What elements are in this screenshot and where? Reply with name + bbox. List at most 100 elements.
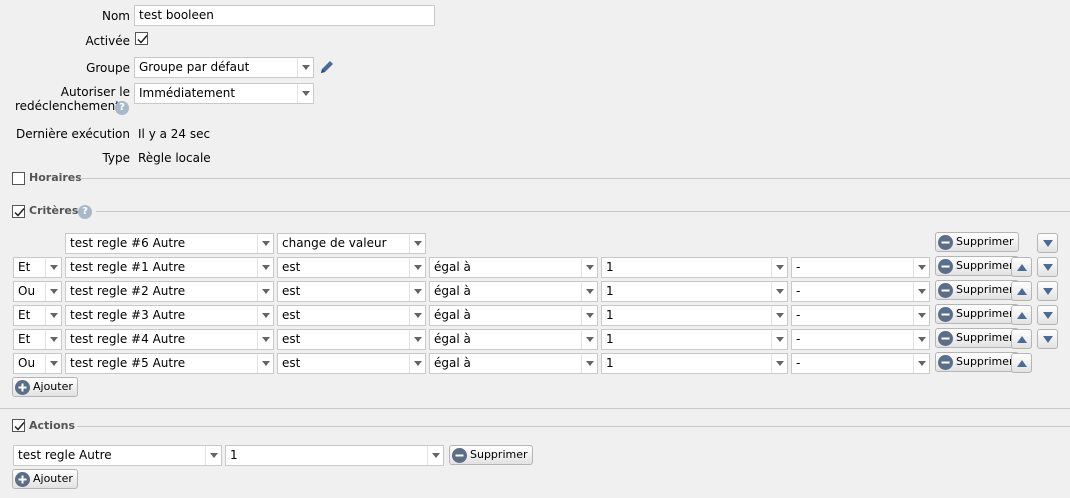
supprimer-button[interactable]: Supprimer bbox=[935, 280, 1019, 300]
autoriser-select[interactable]: Immédiatement bbox=[134, 83, 314, 104]
chevron-down-icon[interactable] bbox=[581, 354, 597, 373]
chevron-down-icon[interactable] bbox=[771, 258, 787, 277]
nom-input[interactable]: test booleen bbox=[134, 5, 435, 26]
supprimer-button[interactable]: Supprimer bbox=[935, 328, 1019, 348]
supprimer-button[interactable]: Supprimer bbox=[935, 304, 1019, 324]
chevron-down-icon[interactable] bbox=[45, 330, 61, 349]
chevron-down-icon[interactable] bbox=[297, 58, 313, 77]
help-icon[interactable]: ? bbox=[115, 101, 129, 115]
criteria-rule-select[interactable]: test regle #5 Autre bbox=[65, 353, 274, 374]
chevron-down-icon[interactable] bbox=[771, 354, 787, 373]
criteria-rule-select[interactable]: test regle #4 Autre bbox=[65, 329, 274, 350]
criteria-rule-select[interactable]: test regle #1 Autre bbox=[65, 257, 274, 278]
chevron-down-icon[interactable] bbox=[409, 282, 425, 301]
criteres-checkbox[interactable] bbox=[12, 205, 25, 218]
criteria-op-select[interactable]: égal à bbox=[429, 257, 598, 278]
action-rule-select[interactable]: test regle Autre bbox=[13, 445, 222, 466]
criteria-op-select[interactable]: égal à bbox=[429, 329, 598, 350]
criteria-cond-select[interactable]: est bbox=[277, 353, 426, 374]
chevron-down-icon[interactable] bbox=[45, 306, 61, 325]
chevron-down-icon[interactable] bbox=[297, 84, 313, 103]
chevron-down-icon[interactable] bbox=[409, 330, 425, 349]
criteria-rule-select[interactable]: test regle #2 Autre bbox=[65, 281, 274, 302]
chevron-down-icon[interactable] bbox=[257, 306, 273, 325]
move-down-button[interactable] bbox=[1037, 329, 1058, 349]
criteria-cond-select[interactable]: est bbox=[277, 281, 426, 302]
criteria-value-select[interactable]: 1 bbox=[601, 329, 788, 350]
criteria-logic-select[interactable]: Et bbox=[13, 329, 62, 350]
chevron-down-icon[interactable] bbox=[771, 282, 787, 301]
chevron-down-icon[interactable] bbox=[257, 234, 273, 253]
criteria-logic-select[interactable]: Ou bbox=[13, 281, 62, 302]
chevron-down-icon[interactable] bbox=[913, 330, 929, 349]
activee-checkbox[interactable] bbox=[135, 32, 148, 45]
criteria-first-event-select[interactable]: change de valeur bbox=[277, 233, 426, 254]
move-down-button[interactable] bbox=[1037, 257, 1058, 277]
criteria-op-select[interactable]: égal à bbox=[429, 353, 598, 374]
triangle-down-icon bbox=[1043, 336, 1053, 343]
move-up-button[interactable] bbox=[1011, 353, 1032, 373]
help-icon[interactable]: ? bbox=[78, 205, 92, 219]
chevron-down-icon[interactable] bbox=[257, 330, 273, 349]
move-up-button[interactable] bbox=[1011, 305, 1032, 325]
criteria-extra-select[interactable]: - bbox=[791, 305, 930, 326]
chevron-down-icon[interactable] bbox=[409, 306, 425, 325]
criteria-op-select[interactable]: égal à bbox=[429, 281, 598, 302]
chevron-down-icon[interactable] bbox=[257, 354, 273, 373]
chevron-down-icon[interactable] bbox=[45, 354, 61, 373]
criteria-cond-select[interactable]: est bbox=[277, 257, 426, 278]
chevron-down-icon[interactable] bbox=[581, 282, 597, 301]
supprimer-action-button[interactable]: Supprimer bbox=[449, 445, 533, 465]
chevron-down-icon[interactable] bbox=[581, 258, 597, 277]
pencil-icon[interactable] bbox=[318, 59, 335, 79]
criteria-rule-select[interactable]: test regle #3 Autre bbox=[65, 305, 274, 326]
chevron-down-icon[interactable] bbox=[409, 258, 425, 277]
move-up-button[interactable] bbox=[1011, 257, 1032, 277]
criteria-extra-select[interactable]: - bbox=[791, 281, 930, 302]
criteria-value-select[interactable]: 1 bbox=[601, 257, 788, 278]
chevron-down-icon[interactable] bbox=[427, 446, 443, 465]
chevron-down-icon[interactable] bbox=[581, 306, 597, 325]
supprimer-button[interactable]: Supprimer bbox=[935, 256, 1019, 276]
horaires-checkbox[interactable] bbox=[12, 172, 25, 185]
chevron-down-icon[interactable] bbox=[409, 234, 425, 253]
action-value-select[interactable]: 1 bbox=[225, 445, 444, 466]
criteria-value-select[interactable]: 1 bbox=[601, 305, 788, 326]
chevron-down-icon[interactable] bbox=[257, 258, 273, 277]
criteria-value-select[interactable]: 1 bbox=[601, 281, 788, 302]
criteria-extra-select[interactable]: - bbox=[791, 329, 930, 350]
supprimer-button[interactable]: Supprimer bbox=[935, 232, 1019, 252]
criteria-cond-select[interactable]: est bbox=[277, 329, 426, 350]
actions-checkbox[interactable] bbox=[12, 419, 25, 432]
chevron-down-icon[interactable] bbox=[771, 306, 787, 325]
chevron-down-icon[interactable] bbox=[771, 330, 787, 349]
move-up-button[interactable] bbox=[1011, 281, 1032, 301]
criteria-logic-select[interactable]: Et bbox=[13, 305, 62, 326]
ajouter-criteria-button[interactable]: Ajouter bbox=[12, 377, 78, 397]
criteria-extra-select[interactable]: - bbox=[791, 257, 930, 278]
criteria-logic-select[interactable]: Et bbox=[13, 257, 62, 278]
criteria-extra-select[interactable]: - bbox=[791, 353, 930, 374]
move-down-button[interactable] bbox=[1037, 233, 1058, 253]
chevron-down-icon[interactable] bbox=[409, 354, 425, 373]
move-up-button[interactable] bbox=[1011, 329, 1032, 349]
chevron-down-icon[interactable] bbox=[45, 282, 61, 301]
chevron-down-icon[interactable] bbox=[913, 282, 929, 301]
chevron-down-icon[interactable] bbox=[257, 282, 273, 301]
criteria-first-rule-select[interactable]: test regle #6 Autre bbox=[65, 233, 274, 254]
chevron-down-icon[interactable] bbox=[913, 258, 929, 277]
criteria-op-select[interactable]: égal à bbox=[429, 305, 598, 326]
groupe-select[interactable]: Groupe par défaut bbox=[134, 57, 314, 78]
supprimer-button[interactable]: Supprimer bbox=[935, 352, 1019, 372]
criteria-cond-select[interactable]: est bbox=[277, 305, 426, 326]
criteria-value-select[interactable]: 1 bbox=[601, 353, 788, 374]
chevron-down-icon[interactable] bbox=[913, 306, 929, 325]
chevron-down-icon[interactable] bbox=[581, 330, 597, 349]
move-down-button[interactable] bbox=[1037, 305, 1058, 325]
chevron-down-icon[interactable] bbox=[913, 354, 929, 373]
move-down-button[interactable] bbox=[1037, 281, 1058, 301]
ajouter-action-button[interactable]: Ajouter bbox=[12, 469, 78, 489]
criteria-logic-select[interactable]: Ou bbox=[13, 353, 62, 374]
chevron-down-icon[interactable] bbox=[45, 258, 61, 277]
chevron-down-icon[interactable] bbox=[205, 446, 221, 465]
